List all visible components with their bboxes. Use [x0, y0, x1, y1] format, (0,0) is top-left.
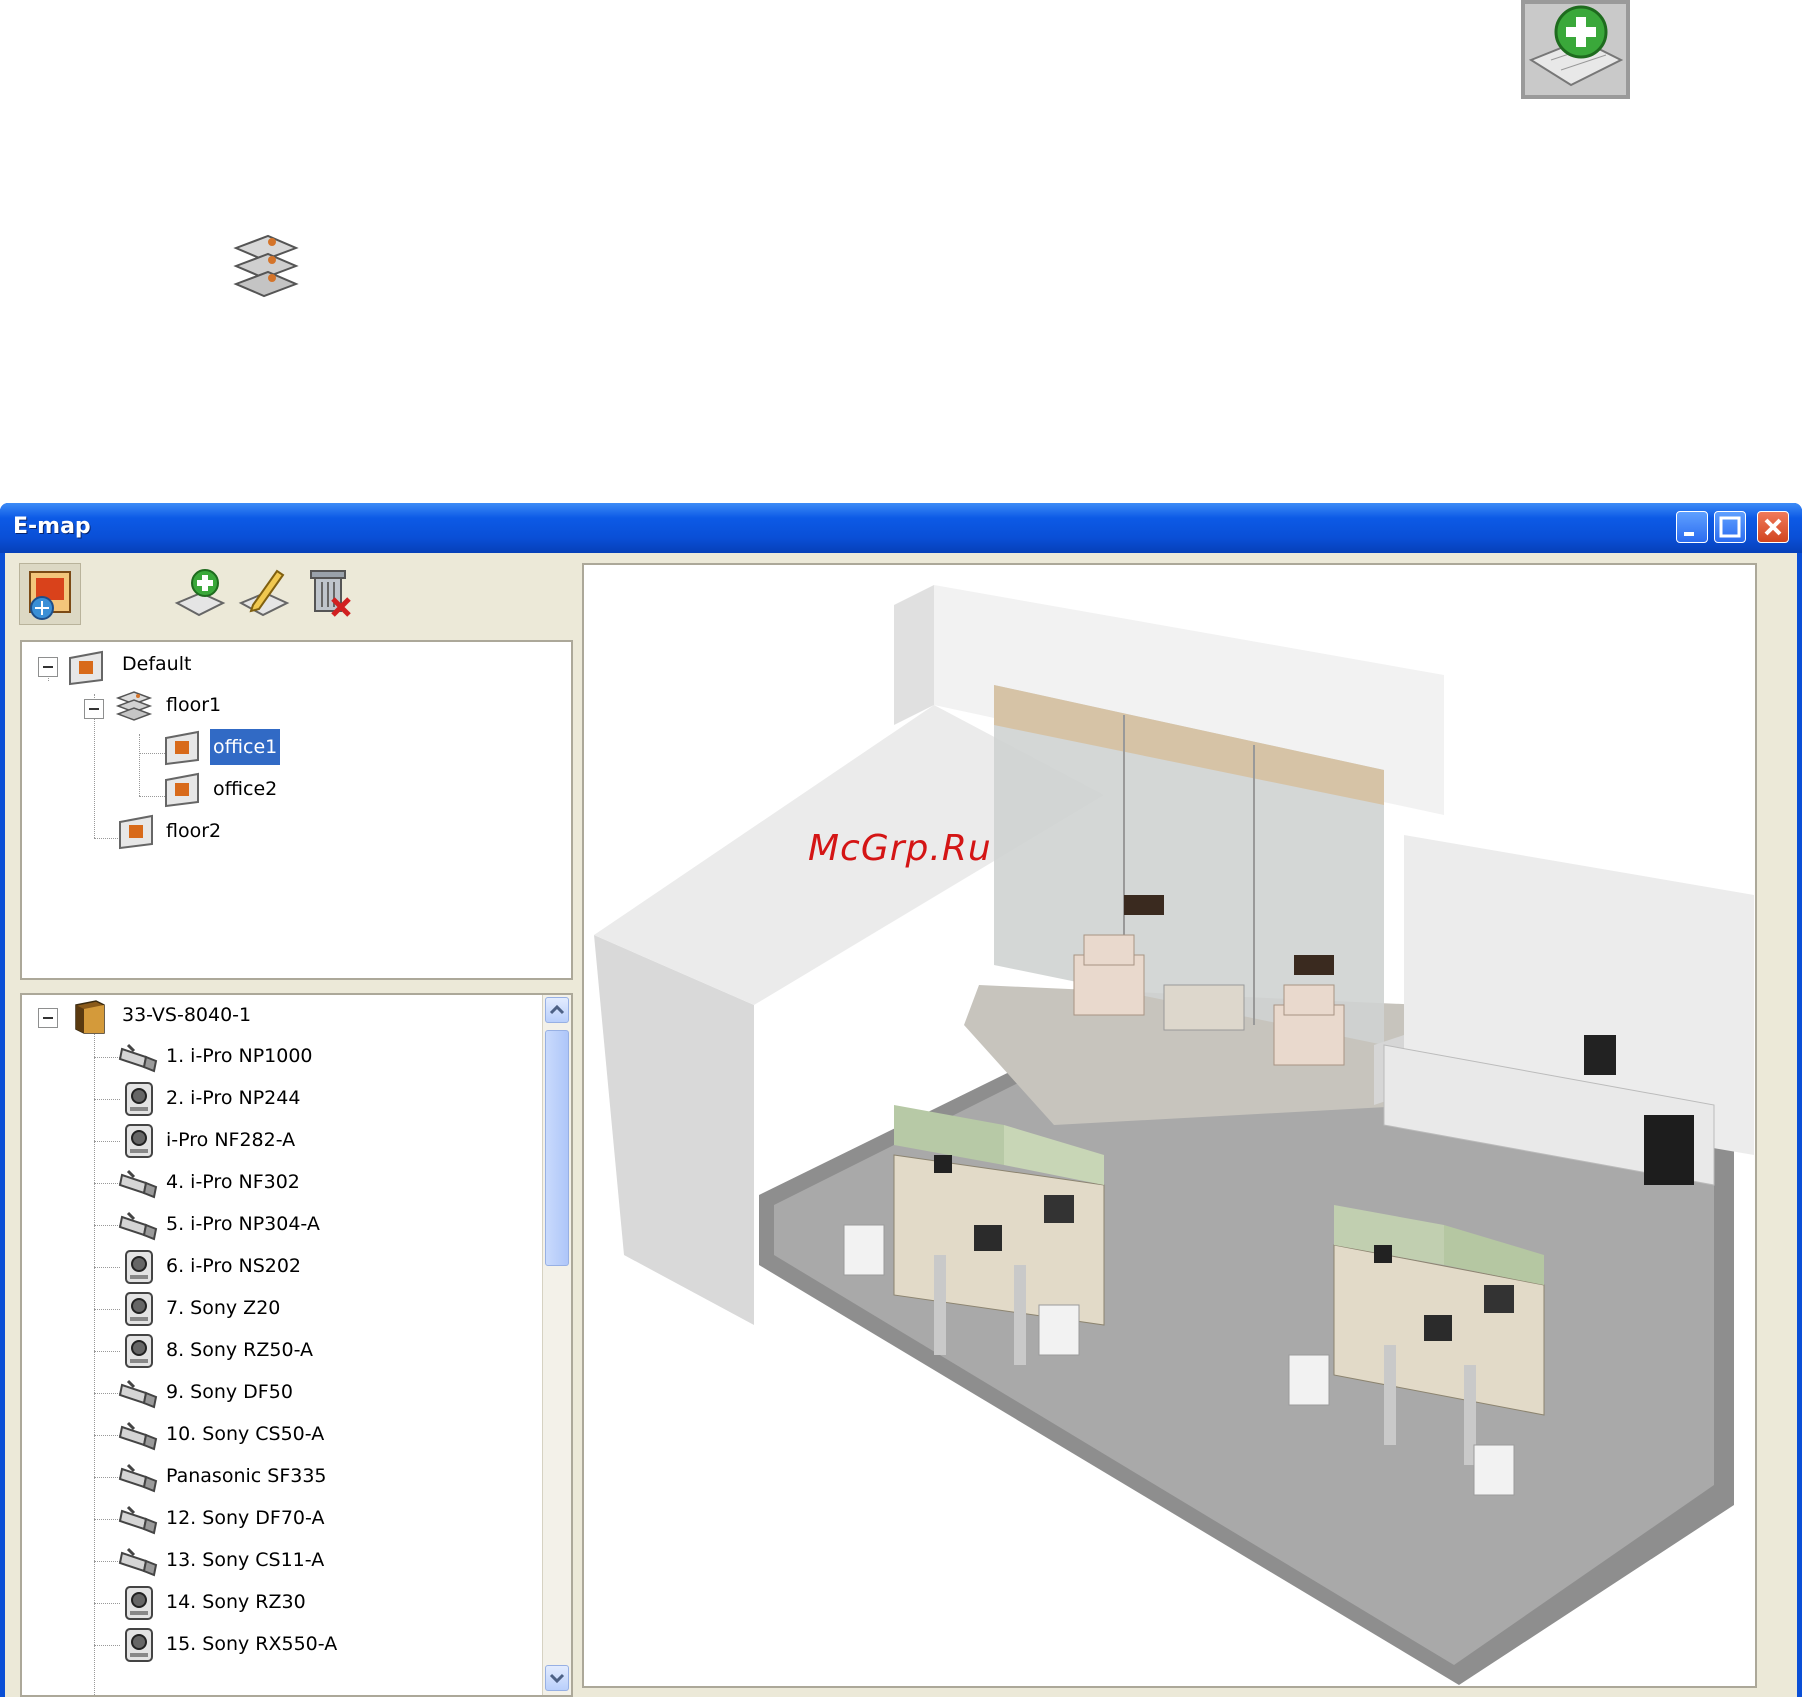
add-map-large-icon [1521, 0, 1630, 99]
bullet-camera-icon [118, 1039, 158, 1075]
map-icon [162, 772, 202, 808]
maximize-button[interactable] [1714, 511, 1746, 543]
map-view-icon[interactable] [19, 563, 81, 625]
dome-camera-icon [118, 1627, 158, 1663]
window-client-area: Default floor1 office1 office2 floor2 33… [5, 553, 1797, 1697]
scroll-up-button[interactable] [545, 997, 569, 1023]
floor-plan-view[interactable] [582, 563, 1757, 1688]
layers-icon [228, 228, 304, 304]
map-icon [66, 650, 106, 686]
device-camera-item[interactable]: 8. Sony RZ50-A [163, 1332, 316, 1368]
map-icon [116, 814, 156, 850]
device-root-label[interactable]: 33-VS-8040-1 [119, 997, 254, 1033]
dome-camera-icon [118, 1249, 158, 1285]
device-camera-item[interactable]: 6. i-Pro NS202 [163, 1248, 304, 1284]
device-camera-item[interactable]: Panasonic SF335 [163, 1458, 330, 1494]
device-camera-item[interactable]: 15. Sony RX550-A [163, 1626, 340, 1662]
expand-toggle-default[interactable] [38, 657, 58, 677]
expand-toggle-server[interactable] [38, 1008, 58, 1028]
device-tree-scrollbar[interactable] [542, 995, 571, 1695]
bullet-camera-icon [118, 1207, 158, 1243]
device-camera-item[interactable]: 12. Sony DF70-A [163, 1500, 327, 1536]
bullet-camera-icon [118, 1543, 158, 1579]
device-camera-item[interactable]: 1. i-Pro NP1000 [163, 1038, 316, 1074]
minimize-button[interactable] [1676, 511, 1708, 543]
device-camera-item[interactable]: 5. i-Pro NP304-A [163, 1206, 323, 1242]
map-icon [162, 730, 202, 766]
device-camera-item[interactable]: 9. Sony DF50 [163, 1374, 296, 1410]
emap-toolbar [5, 553, 573, 638]
map-tree-panel: Default floor1 office1 office2 floor2 [20, 640, 573, 980]
tree-item-floor2[interactable]: floor2 [163, 813, 224, 849]
close-button[interactable] [1757, 511, 1789, 543]
edit-map-icon[interactable] [237, 565, 291, 619]
tree-item-office2[interactable]: office2 [210, 771, 280, 807]
window-title: E-map [13, 514, 91, 539]
dome-camera-icon [118, 1081, 158, 1117]
watermark-text: McGrp.Ru [808, 828, 992, 869]
bullet-camera-icon [118, 1501, 158, 1537]
device-camera-item[interactable]: 2. i-Pro NP244 [163, 1080, 303, 1116]
dome-camera-icon [118, 1333, 158, 1369]
dome-camera-icon [118, 1123, 158, 1159]
device-camera-item[interactable]: 7. Sony Z20 [163, 1290, 283, 1326]
layers-icon [114, 688, 154, 724]
emap-window: E-map Default floor1 office1 office2 flo… [0, 503, 1802, 1697]
device-camera-item[interactable]: 14. Sony RZ30 [163, 1584, 309, 1620]
bullet-camera-icon [118, 1417, 158, 1453]
server-icon [70, 999, 110, 1035]
device-camera-item[interactable]: 10. Sony CS50-A [163, 1416, 327, 1452]
dome-camera-icon [118, 1291, 158, 1327]
add-map-icon[interactable] [173, 565, 227, 619]
tree-item-office1[interactable]: office1 [210, 729, 281, 765]
bullet-camera-icon [118, 1375, 158, 1411]
delete-map-icon[interactable] [303, 565, 357, 619]
bullet-camera-icon [118, 1165, 158, 1201]
device-tree-panel: 33-VS-8040-1 1. i-Pro NP1000 2. i-Pro NP2… [20, 993, 573, 1697]
floor-plan-image [594, 585, 1754, 1685]
device-camera-item[interactable]: 13. Sony CS11-A [163, 1542, 327, 1578]
scrollbar-thumb[interactable] [545, 1030, 569, 1266]
device-camera-item[interactable]: 4. i-Pro NF302 [163, 1164, 303, 1200]
bullet-camera-icon [118, 1459, 158, 1495]
dome-camera-icon [118, 1585, 158, 1621]
device-camera-item[interactable]: i-Pro NF282-A [163, 1122, 298, 1158]
tree-item-floor1[interactable]: floor1 [163, 687, 224, 723]
title-bar[interactable]: E-map [0, 503, 1802, 553]
scroll-down-button[interactable] [545, 1665, 569, 1691]
expand-toggle-floor1[interactable] [84, 699, 104, 719]
tree-item-default[interactable]: Default [119, 646, 194, 682]
